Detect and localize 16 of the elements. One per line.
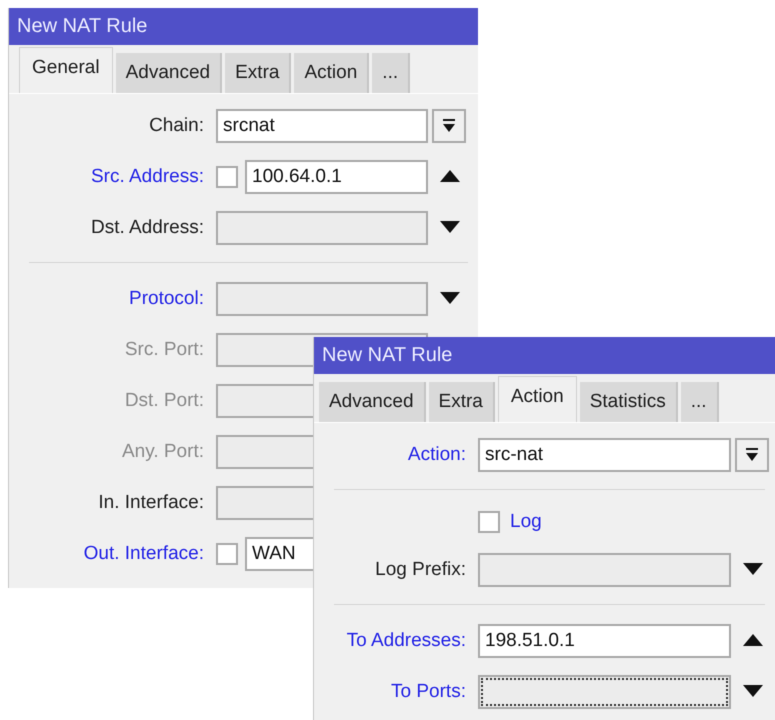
field-label: Out. Interface: bbox=[82, 542, 205, 564]
field-label: Action: bbox=[406, 444, 467, 466]
field-label: Any. Port: bbox=[120, 440, 205, 462]
field-label: Src. Port: bbox=[124, 338, 205, 360]
field-label: Protocol: bbox=[128, 288, 205, 310]
field-label: To Addresses: bbox=[346, 630, 467, 652]
checkbox-label: Log bbox=[510, 511, 542, 533]
window-title: New NAT Rule bbox=[314, 337, 775, 374]
field-label: To Ports: bbox=[390, 680, 467, 702]
field-label: Chain: bbox=[148, 114, 205, 136]
field-label: Src. Address: bbox=[90, 166, 205, 188]
field-label: Log Prefix: bbox=[374, 558, 467, 580]
field-label: Dst. Port: bbox=[124, 390, 205, 412]
field-label: Dst. Address: bbox=[90, 216, 205, 238]
field-label: In. Interface: bbox=[97, 492, 205, 514]
window-title: New NAT Rule bbox=[9, 8, 478, 45]
